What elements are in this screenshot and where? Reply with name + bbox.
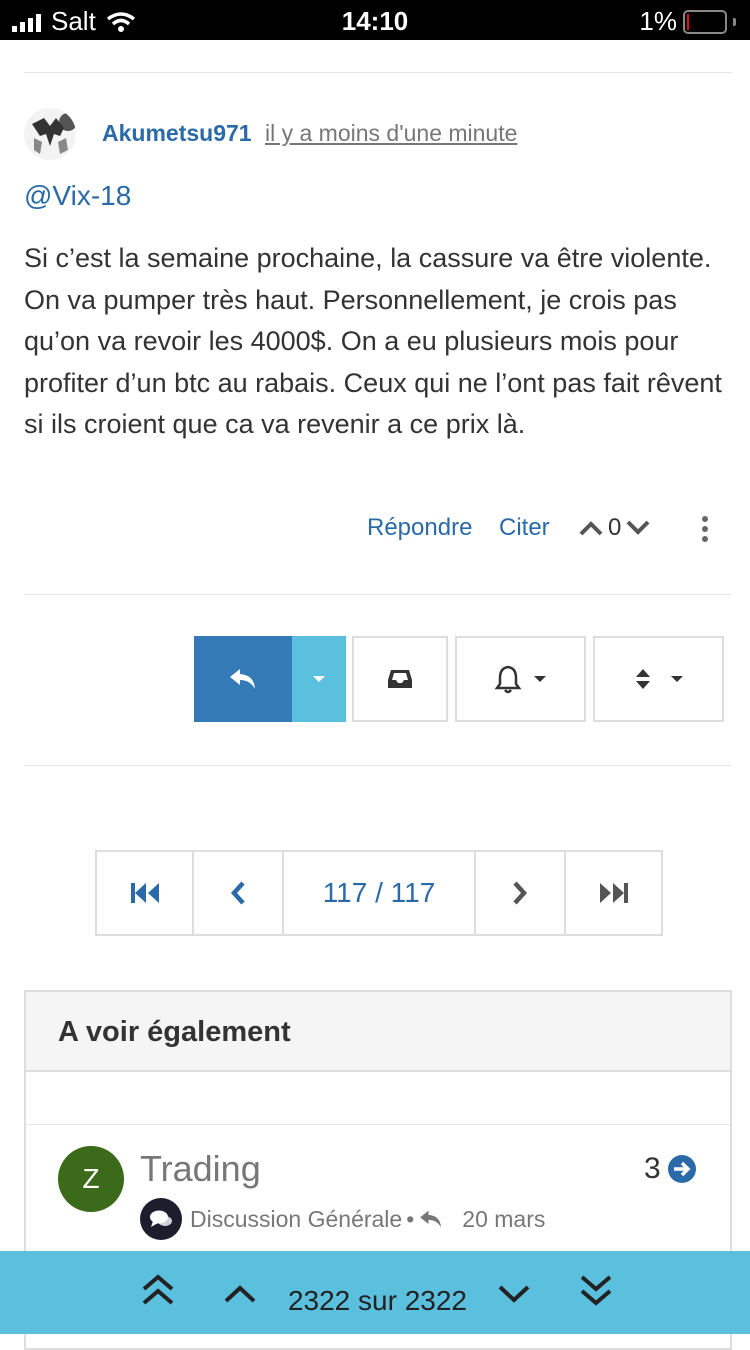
inbox-icon [388,670,412,688]
divider [26,1124,730,1125]
caret-down-icon [670,676,683,682]
topic-meta: Discussion Générale • 20 mars [140,1198,545,1240]
last-page-button[interactable] [566,852,661,934]
double-chevron-down-icon[interactable] [578,1273,614,1307]
category-badge[interactable] [140,1198,182,1240]
post-menu-icon[interactable] [702,516,710,546]
caret-down-icon [533,676,546,682]
vote-controls: 0 [578,514,651,542]
chevron-right-icon [513,881,528,905]
topic-date[interactable]: 20 mars [462,1206,545,1233]
divider [24,594,732,595]
related-heading: A voir également [26,992,730,1072]
page-indicator[interactable]: 117 / 117 [284,852,476,934]
sort-button[interactable] [593,636,724,722]
reply-topic-button[interactable] [194,636,292,722]
topic-avatar[interactable]: Z [58,1146,124,1212]
pagination: 117 / 117 [95,850,663,936]
battery-icon [683,9,727,34]
battery-indicator: 1% [639,6,736,37]
reply-count: 3 [644,1152,661,1185]
mention-link[interactable]: @Vix-18 [24,180,131,212]
chevron-down-icon[interactable] [496,1283,532,1305]
fast-backward-icon [130,883,159,903]
author-name[interactable]: Akumetsu971 [102,120,252,147]
author-avatar[interactable] [24,108,76,160]
topic-replies[interactable]: 3 [644,1152,697,1186]
post-timestamp[interactable]: il y a moins d'une minute [265,120,517,147]
next-page-button[interactable] [476,852,566,934]
topic-title[interactable]: Trading [140,1148,261,1190]
sort-icon [635,669,650,689]
category-name[interactable]: Discussion Générale [190,1206,402,1233]
fast-forward-icon [599,883,628,903]
meta-separator: • [406,1205,415,1232]
reply-options-dropdown[interactable] [292,636,346,722]
watch-topic-button[interactable] [455,636,586,722]
downvote-icon[interactable] [625,520,651,536]
quote-link[interactable]: Citer [499,514,550,542]
post-content: Si c’est la semaine prochaine, la cassur… [24,243,722,439]
post-position[interactable]: 2322 sur 2322 [0,1285,750,1317]
status-bar: Salt 14:10 1% [0,0,750,40]
reply-icon [420,1210,442,1228]
battery-percent: 1% [639,6,677,36]
vote-count: 0 [608,514,622,541]
reply-link[interactable]: Répondre [367,514,472,542]
first-page-button[interactable] [97,852,194,934]
upvote-icon[interactable] [578,520,604,536]
chevron-left-icon [230,881,245,905]
caret-down-icon [313,676,325,682]
arrow-circle-right-icon [667,1155,696,1183]
mark-unread-button[interactable] [352,636,448,722]
divider [24,72,732,73]
previous-page-button[interactable] [194,852,284,934]
reply-icon [230,669,255,689]
comments-icon [150,1210,172,1227]
bottom-navigation-bar: 2322 sur 2322 [0,1251,750,1334]
divider [24,765,732,766]
bell-icon [494,665,521,694]
avatar-image [32,113,76,154]
status-time: 14:10 [341,6,409,36]
